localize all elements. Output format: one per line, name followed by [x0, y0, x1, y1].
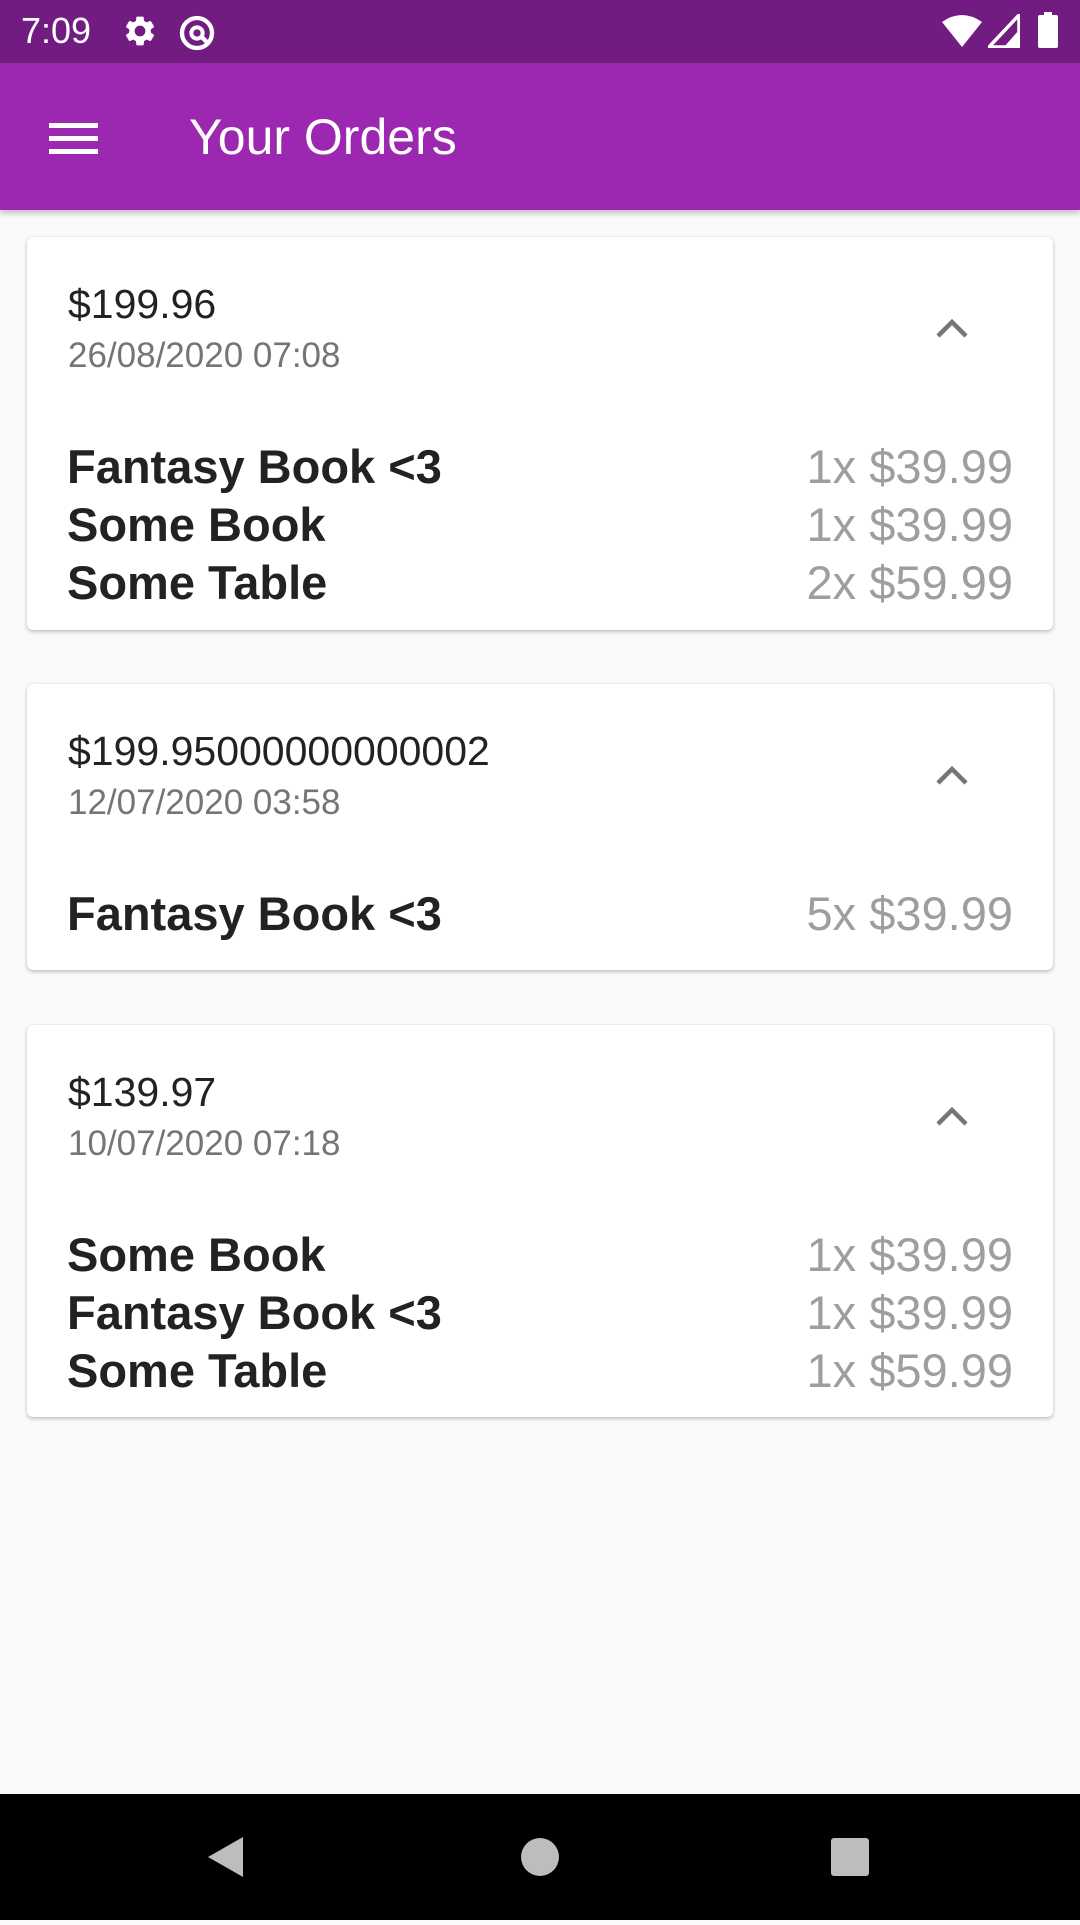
wifi-icon	[942, 14, 982, 53]
list-item: Some Book 1x $39.99	[67, 496, 1013, 554]
recents-icon	[831, 1838, 869, 1876]
home-button[interactable]	[470, 1794, 610, 1920]
navigation-bar	[0, 1794, 1080, 1920]
order-items: Fantasy Book <3 1x $39.99 Some Book 1x $…	[67, 438, 1013, 612]
order-total: $199.95000000000002	[68, 728, 490, 774]
cell-signal-icon	[987, 13, 1021, 53]
at-sign-icon	[177, 13, 217, 58]
collapse-button[interactable]	[920, 299, 984, 355]
hamburger-menu-icon	[49, 123, 98, 154]
gear-icon	[122, 13, 158, 54]
item-name: Some Table	[67, 556, 328, 609]
item-quantity-price: 1x $59.99	[806, 1344, 1013, 1397]
item-name: Some Book	[67, 498, 326, 551]
menu-button[interactable]	[30, 106, 116, 166]
order-date: 12/07/2020 03:58	[68, 783, 341, 822]
item-quantity-price: 1x $39.99	[806, 440, 1013, 493]
collapse-button[interactable]	[920, 1087, 984, 1143]
item-name: Some Book	[67, 1228, 326, 1281]
item-name: Fantasy Book <3	[67, 887, 442, 940]
chevron-up-icon	[936, 1106, 968, 1126]
list-item: Fantasy Book <3 1x $39.99	[67, 1284, 1013, 1342]
list-item: Some Table 2x $59.99	[67, 554, 1013, 612]
order-date: 10/07/2020 07:18	[68, 1124, 341, 1163]
order-card: $139.97 10/07/2020 07:18 Some Book 1x $3…	[27, 1025, 1053, 1417]
back-icon	[208, 1837, 243, 1877]
list-item: Some Table 1x $59.99	[67, 1342, 1013, 1400]
app-bar: Your Orders	[0, 63, 1080, 210]
status-bar: 7:09	[0, 0, 1080, 63]
order-card: $199.96 26/08/2020 07:08 Fantasy Book <3…	[27, 237, 1053, 630]
order-items: Some Book 1x $39.99 Fantasy Book <3 1x $…	[67, 1226, 1013, 1400]
item-name: Fantasy Book <3	[67, 440, 442, 493]
item-quantity-price: 1x $39.99	[806, 1228, 1013, 1281]
order-items: Fantasy Book <3 5x $39.99	[67, 885, 1013, 943]
item-quantity-price: 2x $59.99	[806, 556, 1013, 609]
battery-icon	[1038, 12, 1058, 53]
order-total: $139.97	[68, 1069, 217, 1115]
list-item: Fantasy Book <3 5x $39.99	[67, 885, 1013, 943]
back-button[interactable]	[155, 1794, 295, 1920]
recents-button[interactable]	[780, 1794, 920, 1920]
list-item: Some Book 1x $39.99	[67, 1226, 1013, 1284]
item-name: Some Table	[67, 1344, 328, 1397]
home-icon	[521, 1838, 559, 1876]
status-time: 7:09	[21, 10, 92, 51]
item-quantity-price: 1x $39.99	[806, 1286, 1013, 1339]
collapse-button[interactable]	[920, 746, 984, 802]
order-date: 26/08/2020 07:08	[68, 336, 341, 375]
order-total: $199.96	[68, 281, 217, 327]
item-quantity-price: 5x $39.99	[806, 887, 1013, 940]
chevron-up-icon	[936, 765, 968, 785]
order-card: $199.95000000000002 12/07/2020 03:58 Fan…	[27, 684, 1053, 970]
item-quantity-price: 1x $39.99	[806, 498, 1013, 551]
list-item: Fantasy Book <3 1x $39.99	[67, 438, 1013, 496]
chevron-up-icon	[936, 318, 968, 338]
item-name: Fantasy Book <3	[67, 1286, 442, 1339]
page-title: Your Orders	[189, 109, 457, 165]
